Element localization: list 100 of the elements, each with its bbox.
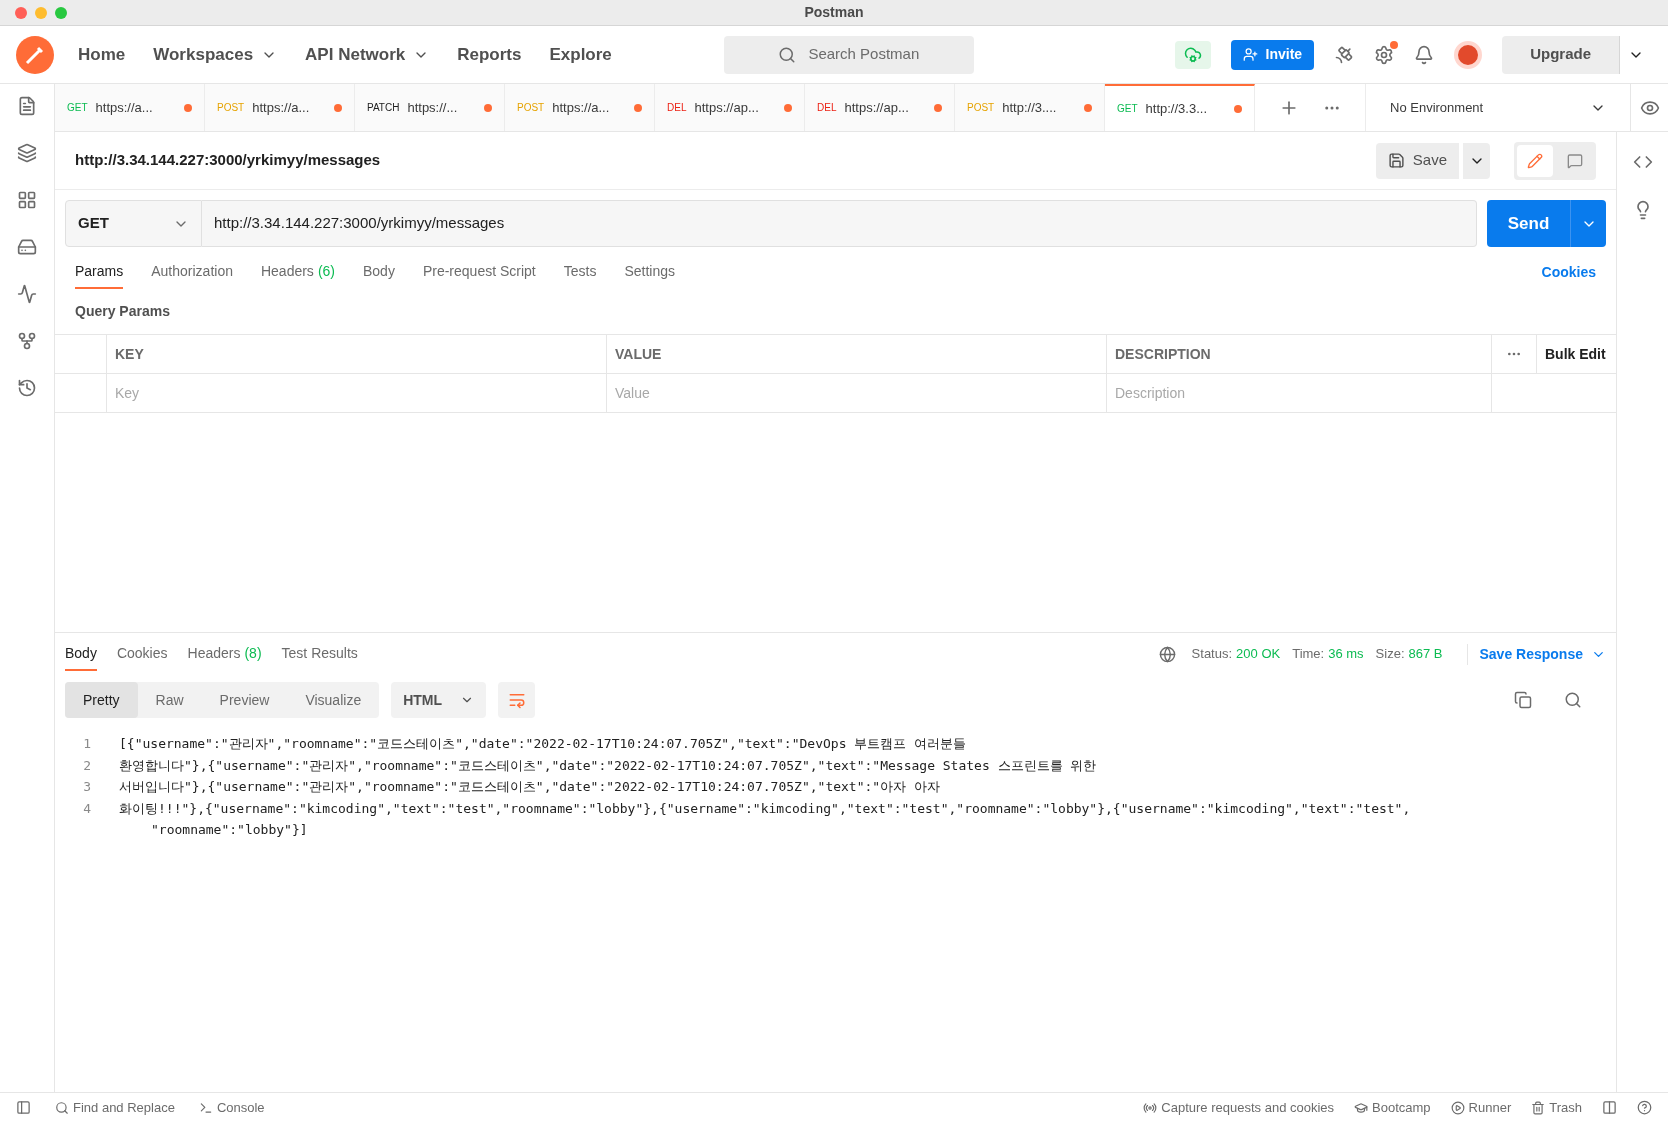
footer-button[interactable]: Console bbox=[198, 1097, 265, 1118]
tab-url: http://3.... bbox=[1002, 98, 1057, 117]
window-title: Postman bbox=[804, 3, 864, 22]
request-tab[interactable]: POST http://3.... bbox=[955, 84, 1105, 131]
bulk-edit-button[interactable]: Bulk Edit bbox=[1545, 343, 1606, 365]
tab-url: https://ap... bbox=[844, 98, 909, 117]
request-tab[interactable]: DEL https://ap... bbox=[655, 84, 805, 131]
param-field[interactable]: Key bbox=[111, 382, 602, 404]
cloud-sync-icon[interactable] bbox=[1174, 40, 1211, 69]
footer-icon bbox=[1354, 1100, 1369, 1115]
view-toggle[interactable]: Preview bbox=[201, 682, 288, 718]
request-option-tab[interactable]: Params bbox=[75, 255, 124, 289]
save-menu-button[interactable] bbox=[1463, 142, 1490, 179]
request-title: http://3.34.144.227:3000/yrkimyy/messages bbox=[75, 150, 381, 171]
request-tab[interactable]: GET http://3.3... bbox=[1105, 84, 1255, 131]
avatar-icon[interactable] bbox=[1454, 40, 1483, 69]
sidebar-icon[interactable] bbox=[17, 378, 37, 398]
environment-dropdown[interactable]: No Environment bbox=[1366, 84, 1631, 131]
wrap-icon[interactable] bbox=[498, 682, 536, 718]
method-label: POST bbox=[517, 101, 545, 115]
column-header: DESCRIPTION bbox=[1115, 344, 1211, 364]
time-value: 36 ms bbox=[1328, 645, 1364, 664]
bell-icon[interactable] bbox=[1414, 44, 1435, 65]
edit-icon[interactable] bbox=[1517, 144, 1553, 177]
param-field[interactable]: Description bbox=[1111, 382, 1487, 404]
settings-icon[interactable] bbox=[1374, 44, 1395, 65]
cookies-link[interactable]: Cookies bbox=[1541, 261, 1596, 283]
method-label: GET bbox=[67, 101, 88, 115]
code-line: 환영합니다"},{"username":"관리자","roomname":"코드스테이츠","date":"2022-02-17T10:24:07.705Z","text":"Message States 스프린트를 위한 bbox=[119, 756, 1097, 775]
search-field[interactable]: Search Postman bbox=[723, 35, 974, 74]
time-label: Time: bbox=[1292, 645, 1325, 664]
line-number: 4 bbox=[82, 799, 92, 818]
request-tab[interactable]: POST https://a... bbox=[205, 84, 355, 131]
url-field[interactable]: http://3.34.144.227:3000/yrkimyy/messages bbox=[202, 200, 1477, 247]
response-tab[interactable]: Cookies bbox=[116, 637, 168, 671]
footer-button[interactable]: Capture requests and cookies bbox=[1143, 1097, 1335, 1118]
sidebar-toggle-icon[interactable] bbox=[16, 1100, 31, 1115]
upgrade-button[interactable]: Upgrade bbox=[1502, 35, 1619, 74]
nav-item[interactable]: Home bbox=[78, 41, 126, 68]
request-tab[interactable]: POST https://a... bbox=[505, 84, 655, 131]
sidebar-icon[interactable] bbox=[17, 237, 37, 257]
request-tab[interactable]: DEL https://ap... bbox=[805, 84, 955, 131]
sidebar-icon[interactable] bbox=[17, 331, 37, 351]
globe-icon[interactable] bbox=[1158, 645, 1176, 663]
view-toggle[interactable]: Raw bbox=[137, 682, 202, 718]
method-label: POST bbox=[217, 101, 245, 115]
view-toggle[interactable]: Pretty bbox=[65, 682, 138, 718]
request-tab[interactable]: GET https://a... bbox=[55, 84, 205, 131]
response-tab[interactable]: Body bbox=[65, 637, 97, 671]
save-response-button[interactable]: Save Response bbox=[1466, 643, 1606, 665]
help-icon[interactable] bbox=[1637, 1100, 1652, 1115]
footer-button[interactable]: Trash bbox=[1531, 1097, 1582, 1118]
request-option-tab[interactable]: Settings bbox=[624, 255, 676, 289]
nav-item[interactable]: API Network bbox=[305, 41, 430, 68]
copy-icon[interactable] bbox=[1514, 691, 1532, 709]
sidebar-icon[interactable] bbox=[17, 190, 37, 210]
footer-button[interactable]: Find and Replace bbox=[55, 1097, 175, 1118]
save-button[interactable]: Save bbox=[1375, 142, 1459, 179]
invite-button[interactable]: Invite bbox=[1230, 39, 1315, 70]
nav-item[interactable]: Workspaces bbox=[153, 41, 278, 68]
footer-icon bbox=[1531, 1100, 1546, 1115]
method-label: GET bbox=[1117, 102, 1138, 116]
sidebar-icon[interactable] bbox=[17, 96, 37, 116]
tab-url: https://a... bbox=[252, 98, 310, 117]
logo-icon[interactable] bbox=[16, 35, 54, 74]
satellite-icon[interactable] bbox=[1334, 44, 1355, 65]
sidebar-icon[interactable] bbox=[17, 143, 37, 163]
nav-item[interactable]: Explore bbox=[549, 41, 612, 68]
request-option-tab[interactable]: Tests bbox=[563, 255, 597, 289]
method-dropdown[interactable]: GET bbox=[65, 200, 202, 247]
footer-icon bbox=[1143, 1100, 1158, 1115]
close-window-icon[interactable] bbox=[15, 6, 27, 19]
format-dropdown[interactable]: HTML bbox=[391, 682, 487, 718]
method-label: POST bbox=[967, 101, 995, 115]
layout-icon[interactable] bbox=[1602, 1100, 1617, 1115]
request-tab[interactable]: PATCH https://... bbox=[355, 84, 505, 131]
size-label: Size: bbox=[1375, 645, 1405, 664]
tab-url: https://... bbox=[407, 98, 458, 117]
tab-url: https://a... bbox=[95, 98, 153, 117]
request-option-tab[interactable]: Body bbox=[363, 255, 395, 289]
request-option-tab[interactable]: Authorization bbox=[151, 255, 233, 289]
nav-item[interactable]: Reports bbox=[457, 41, 522, 68]
footer-icon bbox=[1450, 1100, 1465, 1115]
code-line: 서버입니다"},{"username":"관리자","roomname":"코드스테이츠","date":"2022-02-17T10:24:07.705Z","text":"아자 아자 bbox=[119, 778, 940, 796]
response-tab[interactable]: Headers (8) bbox=[187, 637, 262, 671]
send-button[interactable]: Send bbox=[1487, 200, 1570, 247]
sidebar-icon[interactable] bbox=[17, 284, 37, 304]
request-option-tab[interactable]: Headers (6) bbox=[260, 255, 335, 289]
method-label: PATCH bbox=[367, 101, 400, 115]
tab-url: http://3.3... bbox=[1145, 99, 1207, 118]
status-label: Status: bbox=[1191, 645, 1233, 664]
search-icon bbox=[778, 45, 797, 64]
param-field[interactable]: Value bbox=[611, 382, 1102, 404]
view-toggle[interactable]: Visualize bbox=[287, 682, 380, 718]
footer-button[interactable]: Bootcamp bbox=[1354, 1097, 1431, 1118]
search-icon[interactable] bbox=[1564, 691, 1582, 709]
tab-url: https://a... bbox=[552, 98, 610, 117]
footer-button[interactable]: Runner bbox=[1450, 1097, 1512, 1118]
response-tab[interactable]: Test Results bbox=[281, 637, 358, 671]
request-option-tab[interactable]: Pre-request Script bbox=[422, 255, 536, 289]
